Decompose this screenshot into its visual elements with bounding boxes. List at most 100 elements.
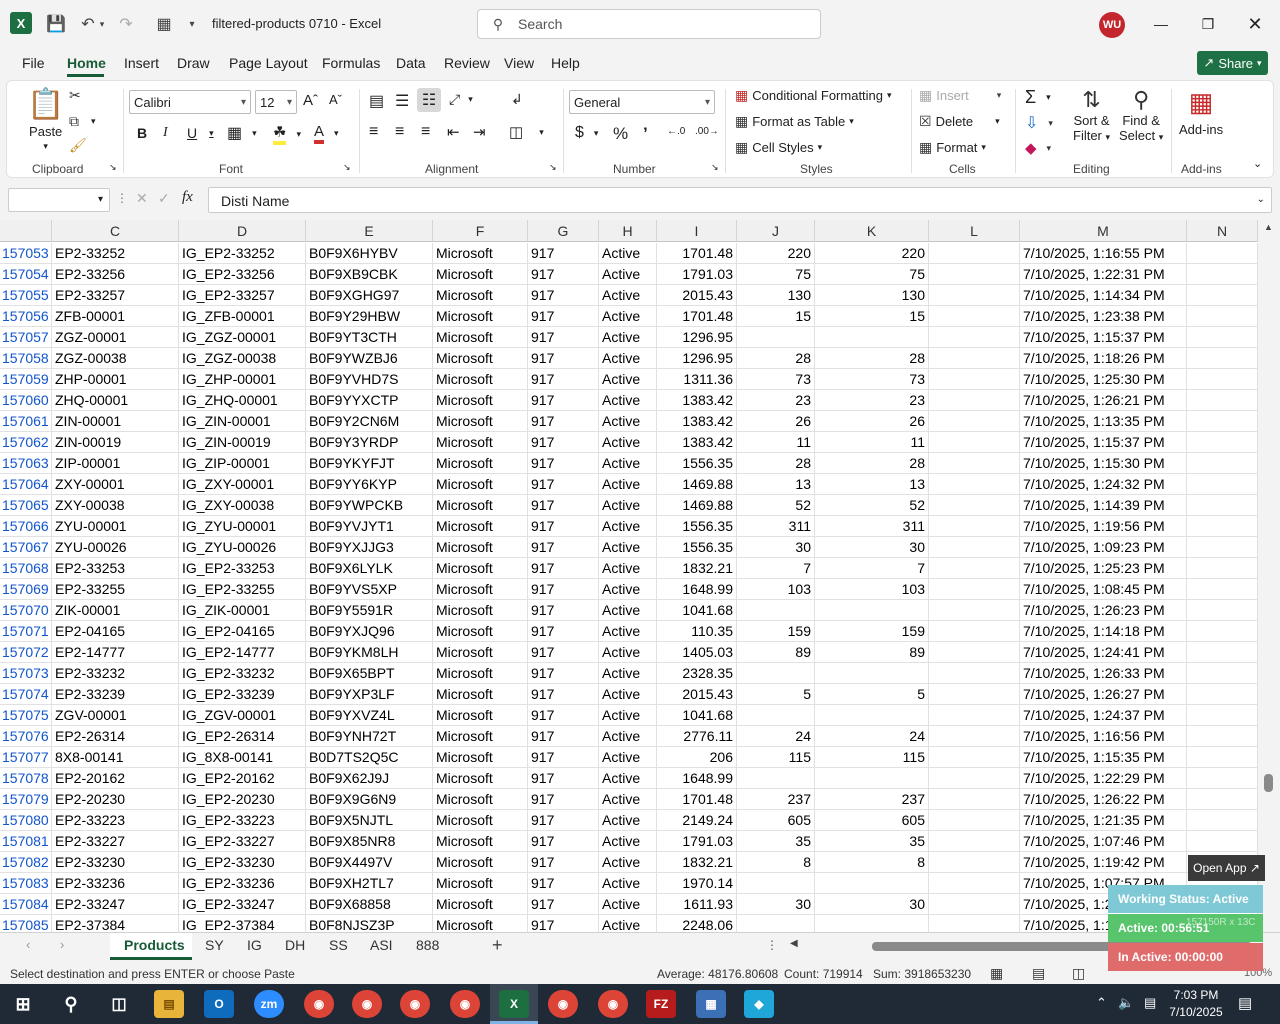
cell[interactable]: 7/10/2025, 1:19:42 PM bbox=[1020, 852, 1187, 873]
clear-icon[interactable]: ◆ ▾ bbox=[1025, 139, 1051, 157]
minimize-icon[interactable]: — bbox=[1146, 10, 1176, 38]
cell[interactable]: IG_ZFB-00001 bbox=[179, 306, 306, 327]
cell[interactable]: Microsoft bbox=[433, 285, 528, 306]
calculator-app-icon[interactable]: ▦ bbox=[696, 990, 726, 1018]
tab-data[interactable]: Data bbox=[396, 55, 426, 71]
cell[interactable]: IG_EP2-14777 bbox=[179, 642, 306, 663]
cell[interactable] bbox=[1187, 411, 1258, 432]
cell[interactable]: B0F9X62J9J bbox=[306, 768, 433, 789]
scroll-up-icon[interactable]: ▲ bbox=[1264, 222, 1273, 232]
cell[interactable]: Active bbox=[599, 390, 657, 411]
cell[interactable]: 917 bbox=[528, 558, 599, 579]
row-number-cell[interactable]: 157060 bbox=[0, 390, 52, 411]
cell[interactable]: 7/10/2025, 1:07:46 PM bbox=[1020, 831, 1187, 852]
cell[interactable]: 917 bbox=[528, 705, 599, 726]
column-header-m[interactable]: M bbox=[1020, 220, 1187, 242]
collapse-ribbon-icon[interactable]: ⌄ bbox=[1253, 157, 1262, 170]
cell[interactable] bbox=[1187, 369, 1258, 390]
cell[interactable]: 15 bbox=[815, 306, 929, 327]
cell[interactable]: Active bbox=[599, 747, 657, 768]
cell[interactable]: 30 bbox=[737, 537, 815, 558]
cell[interactable]: 7/10/2025, 1:24:32 PM bbox=[1020, 474, 1187, 495]
cell[interactable]: IG_ZGZ-00038 bbox=[179, 348, 306, 369]
cell[interactable]: 103 bbox=[815, 579, 929, 600]
cell[interactable]: 30 bbox=[815, 537, 929, 558]
cell[interactable]: Microsoft bbox=[433, 663, 528, 684]
cell[interactable]: Active bbox=[599, 915, 657, 932]
cell[interactable]: 28 bbox=[815, 348, 929, 369]
cell[interactable] bbox=[1187, 621, 1258, 642]
cell[interactable]: 917 bbox=[528, 348, 599, 369]
avatar[interactable]: WU bbox=[1099, 12, 1125, 38]
cell[interactable]: 1556.35 bbox=[657, 537, 737, 558]
cell[interactable]: Microsoft bbox=[433, 453, 528, 474]
speaker-icon[interactable]: 🔈 bbox=[1118, 995, 1134, 1011]
cell[interactable] bbox=[1187, 642, 1258, 663]
cell[interactable] bbox=[929, 600, 1020, 621]
cell[interactable] bbox=[815, 327, 929, 348]
cell[interactable] bbox=[1187, 285, 1258, 306]
cell[interactable]: 89 bbox=[737, 642, 815, 663]
align-middle-icon[interactable]: ☰ bbox=[395, 91, 409, 111]
cell[interactable]: 917 bbox=[528, 432, 599, 453]
cell[interactable]: 1556.35 bbox=[657, 453, 737, 474]
cell[interactable]: ZGZ-00001 bbox=[52, 327, 179, 348]
cell[interactable]: IG_EP2-33253 bbox=[179, 558, 306, 579]
column-header-c[interactable]: C bbox=[52, 220, 179, 242]
cell[interactable]: Microsoft bbox=[433, 873, 528, 894]
status-count[interactable]: Count: 719914 bbox=[784, 967, 863, 981]
cell[interactable]: 7/10/2025, 1:21:35 PM bbox=[1020, 810, 1187, 831]
cell[interactable]: 1832.21 bbox=[657, 558, 737, 579]
cell[interactable]: Active bbox=[599, 600, 657, 621]
cell[interactable]: 917 bbox=[528, 768, 599, 789]
cell[interactable]: 917 bbox=[528, 579, 599, 600]
column-header-l[interactable]: L bbox=[929, 220, 1020, 242]
row-number-cell[interactable]: 157066 bbox=[0, 516, 52, 537]
row-number-cell[interactable]: 157063 bbox=[0, 453, 52, 474]
cell[interactable]: 220 bbox=[815, 243, 929, 264]
page-layout-view-icon[interactable]: ▤ bbox=[1032, 965, 1045, 982]
cell[interactable]: 1383.42 bbox=[657, 390, 737, 411]
addins-button[interactable]: ▦ Add-ins bbox=[1179, 87, 1223, 137]
cell[interactable] bbox=[929, 348, 1020, 369]
cell[interactable]: Active bbox=[599, 789, 657, 810]
vertical-scroll-thumb[interactable] bbox=[1264, 774, 1273, 792]
cell[interactable]: 7/10/2025, 1:09:23 PM bbox=[1020, 537, 1187, 558]
cell[interactable]: B0F9YKM8LH bbox=[306, 642, 433, 663]
cell[interactable] bbox=[1187, 243, 1258, 264]
cell[interactable] bbox=[929, 852, 1020, 873]
cell[interactable]: B0F9YNH72T bbox=[306, 726, 433, 747]
wrap-text-icon[interactable]: ↲ bbox=[511, 91, 523, 108]
copy-button[interactable]: ⧉ ▾ bbox=[69, 113, 96, 130]
cell[interactable]: 917 bbox=[528, 411, 599, 432]
cell[interactable]: 7/10/2025, 1:26:23 PM bbox=[1020, 600, 1187, 621]
row-number-cell[interactable]: 157082 bbox=[0, 852, 52, 873]
cell[interactable]: 1701.48 bbox=[657, 306, 737, 327]
cell[interactable]: Microsoft bbox=[433, 747, 528, 768]
cell[interactable]: Microsoft bbox=[433, 369, 528, 390]
cell[interactable]: 1383.42 bbox=[657, 411, 737, 432]
cell[interactable]: ZGV-00001 bbox=[52, 705, 179, 726]
cell[interactable]: IG_EP2-04165 bbox=[179, 621, 306, 642]
cell[interactable]: Active bbox=[599, 810, 657, 831]
cell[interactable]: 1832.21 bbox=[657, 852, 737, 873]
sheet-tab-products[interactable]: Products bbox=[124, 937, 185, 953]
tab-home[interactable]: Home bbox=[67, 55, 106, 71]
cell[interactable]: 7/10/2025, 1:15:37 PM bbox=[1020, 432, 1187, 453]
cell[interactable] bbox=[737, 873, 815, 894]
column-header-n[interactable]: N bbox=[1187, 220, 1258, 242]
chrome-icon[interactable]: ◉ bbox=[400, 990, 430, 1018]
cell[interactable]: 1611.93 bbox=[657, 894, 737, 915]
cell[interactable]: B0F9XB9CBK bbox=[306, 264, 433, 285]
cell[interactable]: 13 bbox=[737, 474, 815, 495]
cell[interactable]: 7/10/2025, 1:14:39 PM bbox=[1020, 495, 1187, 516]
page-break-view-icon[interactable]: ◫ bbox=[1072, 965, 1085, 982]
cut-button[interactable]: ✂ bbox=[69, 87, 81, 104]
chrome-icon[interactable]: ◉ bbox=[450, 990, 480, 1018]
cell[interactable] bbox=[1187, 495, 1258, 516]
cell[interactable]: 7/10/2025, 1:19:56 PM bbox=[1020, 516, 1187, 537]
cell[interactable]: 2149.24 bbox=[657, 810, 737, 831]
format-cells-button[interactable]: ▦ Format ▾ bbox=[919, 139, 986, 156]
cell[interactable]: EP2-33227 bbox=[52, 831, 179, 852]
column-header-h[interactable]: H bbox=[599, 220, 657, 242]
